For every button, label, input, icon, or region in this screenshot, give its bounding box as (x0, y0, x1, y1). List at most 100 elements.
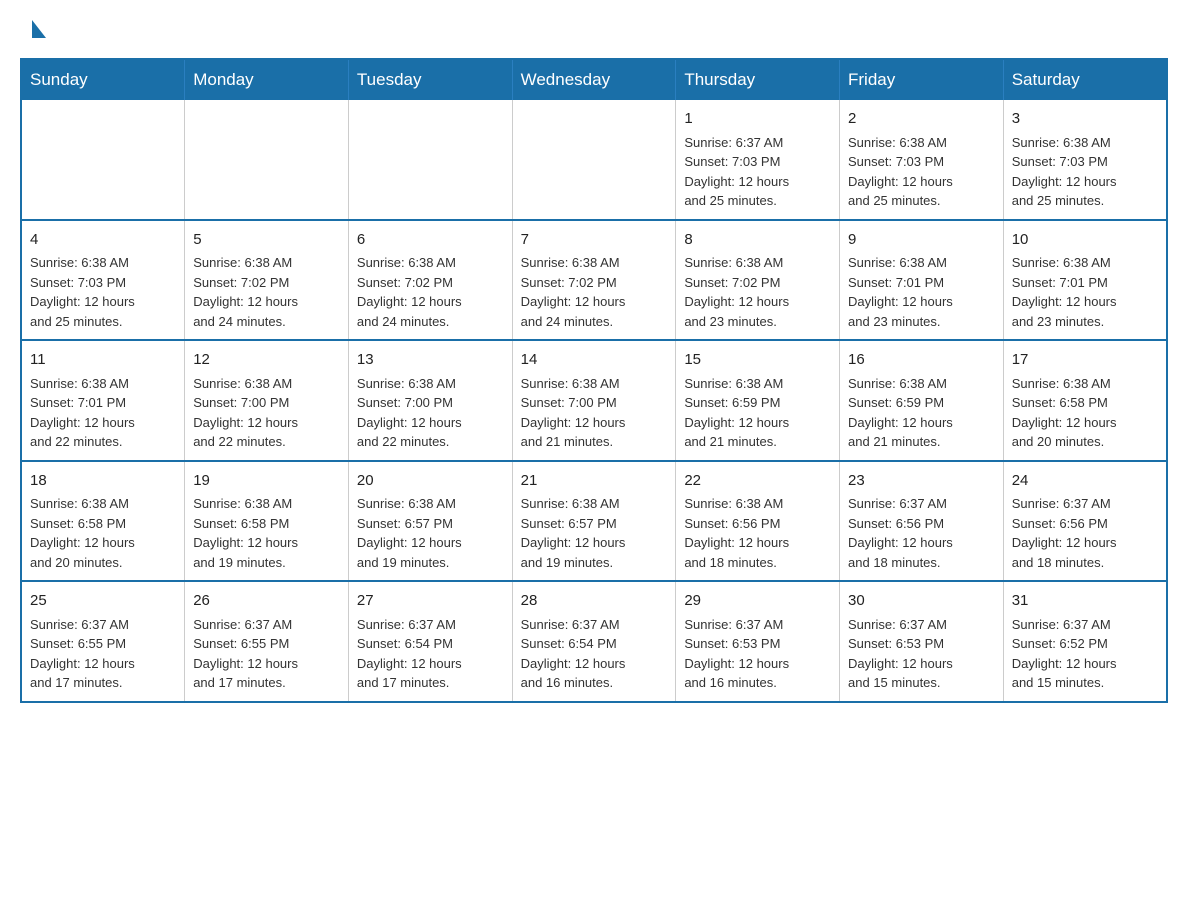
calendar-day-cell: 9Sunrise: 6:38 AMSunset: 7:01 PMDaylight… (840, 220, 1004, 341)
calendar-day-cell: 1Sunrise: 6:37 AMSunset: 7:03 PMDaylight… (676, 100, 840, 220)
day-info: Sunrise: 6:38 AMSunset: 6:58 PMDaylight:… (30, 494, 176, 572)
day-info: Sunrise: 6:38 AMSunset: 7:01 PMDaylight:… (30, 374, 176, 452)
day-number: 8 (684, 229, 831, 252)
day-info: Sunrise: 6:37 AMSunset: 6:53 PMDaylight:… (684, 615, 831, 693)
day-of-week-header: Tuesday (348, 59, 512, 100)
calendar-day-cell: 23Sunrise: 6:37 AMSunset: 6:56 PMDayligh… (840, 461, 1004, 582)
day-number: 28 (521, 590, 668, 613)
calendar-day-cell: 2Sunrise: 6:38 AMSunset: 7:03 PMDaylight… (840, 100, 1004, 220)
calendar-day-cell: 11Sunrise: 6:38 AMSunset: 7:01 PMDayligh… (21, 340, 185, 461)
day-number: 30 (848, 590, 995, 613)
calendar-day-cell: 28Sunrise: 6:37 AMSunset: 6:54 PMDayligh… (512, 581, 676, 702)
day-number: 16 (848, 349, 995, 372)
calendar-day-cell: 24Sunrise: 6:37 AMSunset: 6:56 PMDayligh… (1003, 461, 1167, 582)
day-info: Sunrise: 6:38 AMSunset: 7:01 PMDaylight:… (848, 253, 995, 331)
calendar-day-cell (185, 100, 349, 220)
calendar-day-cell (21, 100, 185, 220)
day-number: 26 (193, 590, 340, 613)
calendar-day-cell: 3Sunrise: 6:38 AMSunset: 7:03 PMDaylight… (1003, 100, 1167, 220)
calendar-day-cell: 16Sunrise: 6:38 AMSunset: 6:59 PMDayligh… (840, 340, 1004, 461)
calendar-day-cell: 6Sunrise: 6:38 AMSunset: 7:02 PMDaylight… (348, 220, 512, 341)
day-info: Sunrise: 6:38 AMSunset: 7:01 PMDaylight:… (1012, 253, 1158, 331)
day-info: Sunrise: 6:37 AMSunset: 6:55 PMDaylight:… (30, 615, 176, 693)
calendar-day-cell: 29Sunrise: 6:37 AMSunset: 6:53 PMDayligh… (676, 581, 840, 702)
calendar-header-row: SundayMondayTuesdayWednesdayThursdayFrid… (21, 59, 1167, 100)
day-number: 11 (30, 349, 176, 372)
day-number: 22 (684, 470, 831, 493)
calendar-week-row: 25Sunrise: 6:37 AMSunset: 6:55 PMDayligh… (21, 581, 1167, 702)
calendar-day-cell: 27Sunrise: 6:37 AMSunset: 6:54 PMDayligh… (348, 581, 512, 702)
calendar-day-cell: 25Sunrise: 6:37 AMSunset: 6:55 PMDayligh… (21, 581, 185, 702)
day-info: Sunrise: 6:37 AMSunset: 7:03 PMDaylight:… (684, 133, 831, 211)
calendar-day-cell: 5Sunrise: 6:38 AMSunset: 7:02 PMDaylight… (185, 220, 349, 341)
day-info: Sunrise: 6:37 AMSunset: 6:55 PMDaylight:… (193, 615, 340, 693)
day-number: 20 (357, 470, 504, 493)
calendar-week-row: 18Sunrise: 6:38 AMSunset: 6:58 PMDayligh… (21, 461, 1167, 582)
calendar-day-cell: 10Sunrise: 6:38 AMSunset: 7:01 PMDayligh… (1003, 220, 1167, 341)
day-number: 1 (684, 108, 831, 131)
day-info: Sunrise: 6:37 AMSunset: 6:52 PMDaylight:… (1012, 615, 1158, 693)
day-info: Sunrise: 6:38 AMSunset: 6:58 PMDaylight:… (193, 494, 340, 572)
day-info: Sunrise: 6:38 AMSunset: 7:00 PMDaylight:… (521, 374, 668, 452)
calendar-day-cell: 20Sunrise: 6:38 AMSunset: 6:57 PMDayligh… (348, 461, 512, 582)
day-of-week-header: Thursday (676, 59, 840, 100)
day-info: Sunrise: 6:38 AMSunset: 7:00 PMDaylight:… (357, 374, 504, 452)
calendar-day-cell: 22Sunrise: 6:38 AMSunset: 6:56 PMDayligh… (676, 461, 840, 582)
day-info: Sunrise: 6:38 AMSunset: 6:59 PMDaylight:… (684, 374, 831, 452)
day-number: 17 (1012, 349, 1158, 372)
day-info: Sunrise: 6:38 AMSunset: 7:03 PMDaylight:… (30, 253, 176, 331)
calendar-day-cell: 30Sunrise: 6:37 AMSunset: 6:53 PMDayligh… (840, 581, 1004, 702)
calendar-day-cell: 19Sunrise: 6:38 AMSunset: 6:58 PMDayligh… (185, 461, 349, 582)
calendar-day-cell: 21Sunrise: 6:38 AMSunset: 6:57 PMDayligh… (512, 461, 676, 582)
day-number: 15 (684, 349, 831, 372)
day-of-week-header: Saturday (1003, 59, 1167, 100)
day-of-week-header: Friday (840, 59, 1004, 100)
calendar-day-cell: 12Sunrise: 6:38 AMSunset: 7:00 PMDayligh… (185, 340, 349, 461)
day-info: Sunrise: 6:38 AMSunset: 6:57 PMDaylight:… (357, 494, 504, 572)
day-number: 31 (1012, 590, 1158, 613)
day-number: 18 (30, 470, 176, 493)
calendar-day-cell: 15Sunrise: 6:38 AMSunset: 6:59 PMDayligh… (676, 340, 840, 461)
day-number: 5 (193, 229, 340, 252)
day-number: 10 (1012, 229, 1158, 252)
day-info: Sunrise: 6:37 AMSunset: 6:54 PMDaylight:… (521, 615, 668, 693)
day-info: Sunrise: 6:38 AMSunset: 7:02 PMDaylight:… (684, 253, 831, 331)
day-number: 4 (30, 229, 176, 252)
day-info: Sunrise: 6:38 AMSunset: 7:00 PMDaylight:… (193, 374, 340, 452)
day-number: 9 (848, 229, 995, 252)
day-of-week-header: Monday (185, 59, 349, 100)
day-number: 19 (193, 470, 340, 493)
day-number: 13 (357, 349, 504, 372)
day-info: Sunrise: 6:38 AMSunset: 7:03 PMDaylight:… (1012, 133, 1158, 211)
calendar-week-row: 4Sunrise: 6:38 AMSunset: 7:03 PMDaylight… (21, 220, 1167, 341)
day-info: Sunrise: 6:38 AMSunset: 6:56 PMDaylight:… (684, 494, 831, 572)
calendar-day-cell (512, 100, 676, 220)
calendar-day-cell: 18Sunrise: 6:38 AMSunset: 6:58 PMDayligh… (21, 461, 185, 582)
day-number: 7 (521, 229, 668, 252)
day-info: Sunrise: 6:38 AMSunset: 7:02 PMDaylight:… (521, 253, 668, 331)
calendar-day-cell: 17Sunrise: 6:38 AMSunset: 6:58 PMDayligh… (1003, 340, 1167, 461)
logo (30, 30, 46, 38)
day-info: Sunrise: 6:38 AMSunset: 7:02 PMDaylight:… (193, 253, 340, 331)
day-number: 25 (30, 590, 176, 613)
calendar-week-row: 1Sunrise: 6:37 AMSunset: 7:03 PMDaylight… (21, 100, 1167, 220)
day-number: 2 (848, 108, 995, 131)
calendar-day-cell: 31Sunrise: 6:37 AMSunset: 6:52 PMDayligh… (1003, 581, 1167, 702)
calendar-day-cell: 13Sunrise: 6:38 AMSunset: 7:00 PMDayligh… (348, 340, 512, 461)
day-number: 24 (1012, 470, 1158, 493)
day-number: 23 (848, 470, 995, 493)
logo-triangle-icon (32, 20, 46, 38)
calendar-week-row: 11Sunrise: 6:38 AMSunset: 7:01 PMDayligh… (21, 340, 1167, 461)
page-header (20, 20, 1168, 38)
day-info: Sunrise: 6:38 AMSunset: 6:58 PMDaylight:… (1012, 374, 1158, 452)
day-info: Sunrise: 6:38 AMSunset: 7:03 PMDaylight:… (848, 133, 995, 211)
calendar-day-cell: 4Sunrise: 6:38 AMSunset: 7:03 PMDaylight… (21, 220, 185, 341)
day-info: Sunrise: 6:38 AMSunset: 6:57 PMDaylight:… (521, 494, 668, 572)
day-info: Sunrise: 6:37 AMSunset: 6:54 PMDaylight:… (357, 615, 504, 693)
day-info: Sunrise: 6:38 AMSunset: 7:02 PMDaylight:… (357, 253, 504, 331)
day-number: 14 (521, 349, 668, 372)
calendar-day-cell: 14Sunrise: 6:38 AMSunset: 7:00 PMDayligh… (512, 340, 676, 461)
day-info: Sunrise: 6:38 AMSunset: 6:59 PMDaylight:… (848, 374, 995, 452)
day-number: 27 (357, 590, 504, 613)
day-info: Sunrise: 6:37 AMSunset: 6:53 PMDaylight:… (848, 615, 995, 693)
